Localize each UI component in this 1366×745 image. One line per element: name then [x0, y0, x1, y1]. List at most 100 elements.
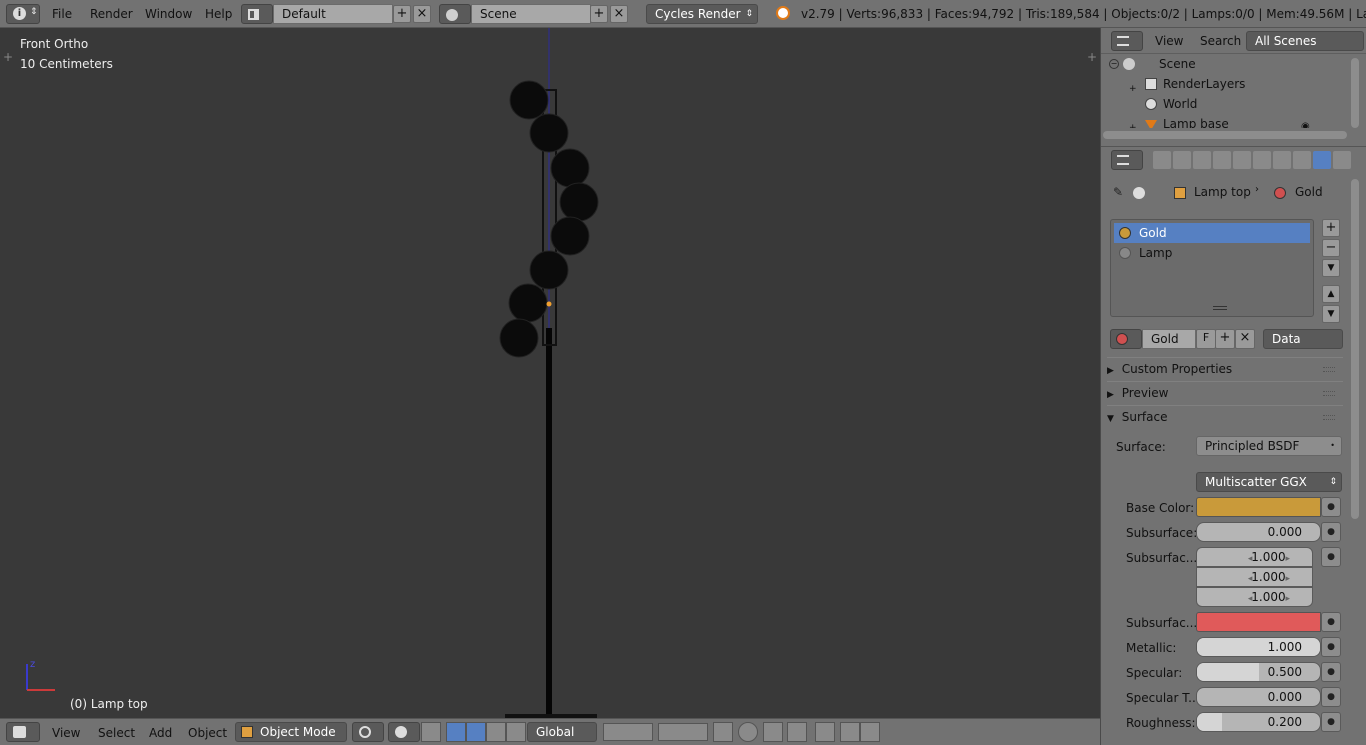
- remove-scene-button[interactable]: ×: [610, 5, 628, 23]
- scene-name-field[interactable]: Scene: [471, 4, 591, 24]
- increment-icon[interactable]: ▸: [1285, 574, 1290, 584]
- move-slot-down-button[interactable]: ▼: [1322, 305, 1340, 323]
- slot-specials-button[interactable]: ▼: [1322, 259, 1340, 277]
- remove-material-slot-button[interactable]: −: [1322, 239, 1340, 257]
- texture-tab-icon[interactable]: [1333, 151, 1351, 169]
- move-slot-up-button[interactable]: ▲: [1322, 285, 1340, 303]
- outliner-vscrollbar[interactable]: [1351, 58, 1359, 128]
- scene-selector-button[interactable]: [439, 4, 471, 24]
- panel-custom-properties[interactable]: ▶ Custom Properties: [1107, 357, 1343, 379]
- roughness-socket-button[interactable]: ●: [1321, 712, 1341, 732]
- object-tab-icon[interactable]: [1233, 151, 1251, 169]
- outliner[interactable]: View Search All Scenes − Scene + RenderL…: [1101, 28, 1366, 146]
- outliner-filter-dropdown[interactable]: All Scenes: [1246, 31, 1364, 51]
- menu-view[interactable]: View: [52, 726, 80, 740]
- subsurface-color-socket-button[interactable]: ●: [1321, 612, 1341, 632]
- increment-icon[interactable]: ▸: [1285, 554, 1290, 564]
- new-material-button[interactable]: +: [1215, 329, 1235, 349]
- base-color-swatch[interactable]: [1196, 497, 1321, 517]
- roughness-slider[interactable]: 0.200: [1196, 712, 1321, 732]
- data-tab-icon[interactable]: [1293, 151, 1311, 169]
- menu-add[interactable]: Add: [149, 726, 172, 740]
- scale-manipulator-button[interactable]: [486, 722, 506, 742]
- distribution-dropdown[interactable]: Multiscatter GGX ⇕: [1196, 472, 1342, 492]
- layout-name-field[interactable]: Default: [273, 4, 393, 24]
- mode-dropdown[interactable]: Object Mode: [235, 722, 347, 742]
- snap-element-button[interactable]: [815, 722, 835, 742]
- material-slot-gold[interactable]: Gold: [1114, 223, 1310, 243]
- translate-manipulator-button[interactable]: [446, 722, 466, 742]
- add-material-slot-button[interactable]: +: [1322, 219, 1340, 237]
- subsurface-radius-x[interactable]: ◂ 1.000 ▸: [1196, 547, 1313, 567]
- properties-vscrollbar[interactable]: [1351, 179, 1359, 519]
- expand-icon[interactable]: +: [1129, 118, 1137, 128]
- outliner-row-world[interactable]: World: [1103, 94, 1349, 114]
- proportional-edit-button[interactable]: [738, 722, 758, 742]
- menu-file[interactable]: File: [52, 7, 72, 21]
- increment-icon[interactable]: ▸: [1285, 594, 1290, 604]
- specular-socket-button[interactable]: ●: [1321, 662, 1341, 682]
- outliner-row-lamp-base[interactable]: + Lamp base ◉: [1103, 114, 1349, 128]
- unlink-material-button[interactable]: ×: [1235, 329, 1255, 349]
- lock-layers-button[interactable]: [713, 722, 733, 742]
- base-color-socket-button[interactable]: ●: [1321, 497, 1341, 517]
- menu-help[interactable]: Help: [205, 7, 232, 21]
- subsurface-radius-y[interactable]: ◂ 1.000 ▸: [1196, 567, 1313, 587]
- screen-layout-button[interactable]: [241, 4, 273, 24]
- constraints-tab-icon[interactable]: [1253, 151, 1271, 169]
- remove-layout-button[interactable]: ×: [413, 5, 431, 23]
- properties-editor[interactable]: ✎ Lamp top › Gold Gold Lamp + − ▼ ▲ ▼ Go…: [1101, 146, 1366, 745]
- subsurface-socket-button[interactable]: ●: [1321, 522, 1341, 542]
- outliner-menu-view[interactable]: View: [1155, 34, 1183, 48]
- orientation-dropdown[interactable]: Global: [527, 722, 597, 742]
- material-name-field[interactable]: Gold: [1142, 329, 1196, 349]
- render-tab-icon[interactable]: [1153, 151, 1171, 169]
- collapse-icon[interactable]: −: [1109, 59, 1119, 69]
- add-scene-button[interactable]: +: [590, 5, 608, 23]
- browse-material-button[interactable]: [1110, 329, 1142, 349]
- subsurface-color-swatch[interactable]: [1196, 612, 1321, 632]
- material-slot-list[interactable]: Gold Lamp: [1110, 219, 1314, 317]
- material-tab-icon[interactable]: [1313, 151, 1331, 169]
- drag-grip-icon[interactable]: [1323, 367, 1335, 372]
- drag-grip-icon[interactable]: [1323, 391, 1335, 396]
- surface-shader-button[interactable]: Principled BSDF •: [1196, 436, 1342, 456]
- layers-grid-a[interactable]: [603, 723, 653, 741]
- subsurface-slider[interactable]: 0.000: [1196, 522, 1321, 542]
- editor-type-button[interactable]: [6, 722, 40, 742]
- world-tab-icon[interactable]: [1213, 151, 1231, 169]
- panel-surface[interactable]: ▼ Surface: [1107, 405, 1343, 427]
- outliner-row-renderlayers[interactable]: + RenderLayers: [1103, 74, 1349, 94]
- subsurface-radius-z[interactable]: ◂ 1.000 ▸: [1196, 587, 1313, 607]
- layers-grid-b[interactable]: [658, 723, 708, 741]
- specular-tint-slider[interactable]: 0.000: [1196, 687, 1321, 707]
- pivot-point-button[interactable]: [388, 722, 420, 742]
- metallic-socket-button[interactable]: ●: [1321, 637, 1341, 657]
- render-engine-dropdown[interactable]: Cycles Render ⇕: [646, 4, 758, 24]
- specular-tint-socket-button[interactable]: ●: [1321, 687, 1341, 707]
- resize-grip-icon[interactable]: [1213, 306, 1227, 310]
- manipulator-space-button[interactable]: [506, 722, 526, 742]
- link-dropdown[interactable]: Data: [1263, 329, 1343, 349]
- 3d-viewport[interactable]: Front Ortho 10 Centimeters + + z (0) Lam…: [0, 28, 1100, 718]
- menu-window[interactable]: Window: [145, 7, 192, 21]
- outliner-menu-search[interactable]: Search: [1200, 34, 1241, 48]
- drag-grip-icon[interactable]: [1323, 415, 1335, 420]
- add-layout-button[interactable]: +: [393, 5, 411, 23]
- pin-icon[interactable]: ✎: [1113, 185, 1123, 199]
- render-layers-tab-icon[interactable]: [1173, 151, 1191, 169]
- rotate-manipulator-button[interactable]: [466, 722, 486, 742]
- specular-slider[interactable]: 0.500: [1196, 662, 1321, 682]
- editor-type-button[interactable]: i ⇕: [6, 4, 40, 24]
- editor-type-button[interactable]: [1111, 150, 1143, 170]
- viewport-shading-button[interactable]: [352, 722, 384, 742]
- visibility-eye-icon[interactable]: ◉: [1301, 117, 1310, 128]
- outliner-row-scene[interactable]: − Scene: [1103, 54, 1349, 74]
- menu-object[interactable]: Object: [188, 726, 227, 740]
- metallic-slider[interactable]: 1.000: [1196, 637, 1321, 657]
- editor-type-button[interactable]: [1111, 31, 1143, 51]
- material-slot-lamp[interactable]: Lamp: [1114, 243, 1310, 263]
- render-animation-button[interactable]: [860, 722, 880, 742]
- scene-tab-icon[interactable]: [1193, 151, 1211, 169]
- snap-button[interactable]: [787, 722, 807, 742]
